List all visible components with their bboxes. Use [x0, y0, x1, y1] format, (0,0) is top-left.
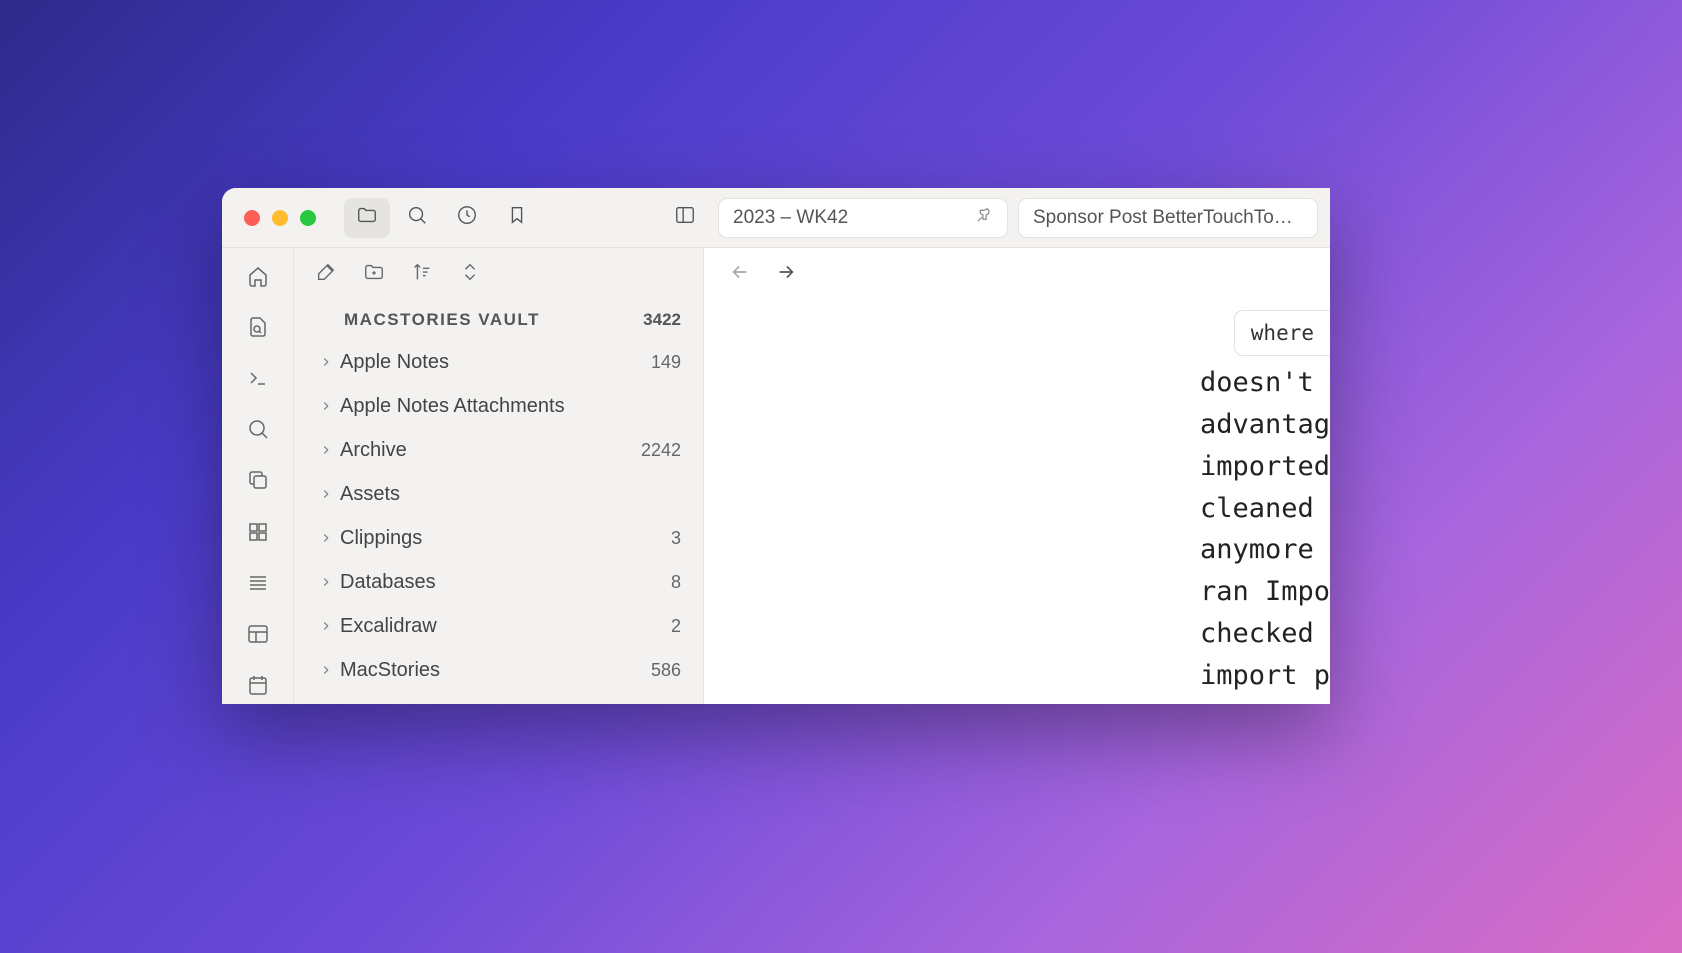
- folder-item[interactable]: Apple Notes 149: [294, 340, 703, 384]
- folder-name: Apple Notes Attachments: [340, 395, 681, 418]
- folder-plus-icon: [363, 261, 385, 288]
- grid-icon: [246, 520, 270, 549]
- folder-name: Clippings: [340, 527, 671, 550]
- layout-icon: [246, 622, 270, 651]
- arrow-left-icon: [729, 261, 751, 288]
- chevron-right-icon[interactable]: [312, 355, 340, 369]
- list-icon: [246, 571, 270, 600]
- app-window: 2023 – WK42 Sponsor Post BetterTouchTo…: [222, 188, 1330, 704]
- rail-copy-button[interactable]: [238, 466, 278, 499]
- compose-icon: [315, 261, 337, 288]
- chevron-right-icon[interactable]: [312, 663, 340, 677]
- chevron-right-icon[interactable]: [312, 443, 340, 457]
- bookmark-icon: [506, 204, 528, 231]
- tab-secondary-label: Sponsor Post BetterTouchTo…: [1033, 207, 1293, 229]
- home-icon: [246, 264, 270, 293]
- folder-item[interactable]: Archive 2242: [294, 428, 703, 472]
- fullscreen-window-button[interactable]: [300, 210, 316, 226]
- folder-name: Databases: [340, 571, 671, 594]
- new-folder-button[interactable]: [354, 254, 394, 294]
- new-note-button[interactable]: [306, 254, 346, 294]
- folder-list: Apple Notes 149 Apple Notes Attachments …: [294, 340, 703, 704]
- minimize-window-button[interactable]: [272, 210, 288, 226]
- folder-count: 2242: [641, 440, 681, 461]
- folder-item[interactable]: Databases 8: [294, 560, 703, 604]
- folder-icon: [356, 204, 378, 231]
- sidebar-toolbar: [294, 248, 703, 300]
- rail-grid-button[interactable]: [238, 518, 278, 551]
- folder-name: Excalidraw: [340, 615, 671, 638]
- tab-primary[interactable]: 2023 – WK42: [718, 198, 1008, 238]
- rail-search-button[interactable]: [238, 415, 278, 448]
- folder-item[interactable]: Excalidraw 2: [294, 604, 703, 648]
- editor-pane: where doesn't advantag imported cleaned …: [704, 248, 1330, 704]
- folder-name: MacStories: [340, 659, 651, 682]
- bookmarks-toolbar-button[interactable]: [494, 198, 540, 238]
- sort-button[interactable]: [402, 254, 442, 294]
- vault-title: MACSTORIES VAULT: [344, 310, 540, 330]
- titlebar: 2023 – WK42 Sponsor Post BetterTouchTo…: [222, 188, 1330, 248]
- files-toolbar-button[interactable]: [344, 198, 390, 238]
- vault-header[interactable]: MACSTORIES VAULT 3422: [294, 300, 703, 340]
- chevron-right-icon[interactable]: [312, 575, 340, 589]
- collapse-button[interactable]: [450, 254, 490, 294]
- pin-icon[interactable]: [975, 206, 993, 230]
- rail-terminal-button[interactable]: [238, 364, 278, 397]
- folder-count: 149: [651, 352, 681, 373]
- rail-layout-button[interactable]: [238, 620, 278, 653]
- close-window-button[interactable]: [244, 210, 260, 226]
- collapse-icon: [459, 261, 481, 288]
- calendar-icon: [246, 673, 270, 702]
- folder-item[interactable]: Apple Notes Attachments: [294, 384, 703, 428]
- chevron-right-icon[interactable]: [312, 399, 340, 413]
- tab-primary-label: 2023 – WK42: [733, 207, 848, 229]
- chevron-right-icon[interactable]: [312, 619, 340, 633]
- left-rail: [222, 248, 294, 704]
- tab-secondary[interactable]: Sponsor Post BetterTouchTo…: [1018, 198, 1318, 238]
- folder-name: Assets: [340, 483, 681, 506]
- sort-icon: [411, 261, 433, 288]
- terminal-icon: [246, 366, 270, 395]
- chevron-right-icon[interactable]: [312, 487, 340, 501]
- search-query: where: [1251, 321, 1314, 345]
- folder-item[interactable]: Assets: [294, 472, 703, 516]
- rail-file-search-button[interactable]: [238, 313, 278, 346]
- rail-calendar-button[interactable]: [238, 671, 278, 704]
- editor-nav: [704, 248, 1330, 300]
- nav-back-button[interactable]: [724, 258, 756, 290]
- document-content[interactable]: doesn't advantag imported cleaned anymor…: [1200, 362, 1330, 697]
- clock-icon: [456, 204, 478, 231]
- vault-count: 3422: [643, 310, 681, 330]
- folder-item[interactable]: Clippings 3: [294, 516, 703, 560]
- panel-toggle-button[interactable]: [662, 198, 708, 238]
- rail-home-button[interactable]: [238, 262, 278, 295]
- search-field[interactable]: where: [1234, 310, 1330, 356]
- rail-list-button[interactable]: [238, 569, 278, 602]
- search-toolbar-button[interactable]: [394, 198, 440, 238]
- file-search-icon: [246, 315, 270, 344]
- history-toolbar-button[interactable]: [444, 198, 490, 238]
- nav-forward-button[interactable]: [770, 258, 802, 290]
- copy-icon: [246, 468, 270, 497]
- sidebar: MACSTORIES VAULT 3422 Apple Notes 149 Ap…: [294, 248, 704, 704]
- search-icon: [246, 417, 270, 446]
- chevron-right-icon[interactable]: [312, 531, 340, 545]
- folder-name: Archive: [340, 439, 641, 462]
- folder-count: 8: [671, 572, 681, 593]
- folder-count: 2: [671, 616, 681, 637]
- search-icon: [406, 204, 428, 231]
- arrow-right-icon: [775, 261, 797, 288]
- folder-count: 586: [651, 660, 681, 681]
- panel-icon: [674, 204, 696, 231]
- folder-count: 3: [671, 528, 681, 549]
- folder-name: Apple Notes: [340, 351, 651, 374]
- folder-item[interactable]: MacStories 586: [294, 648, 703, 692]
- traffic-lights: [222, 210, 338, 226]
